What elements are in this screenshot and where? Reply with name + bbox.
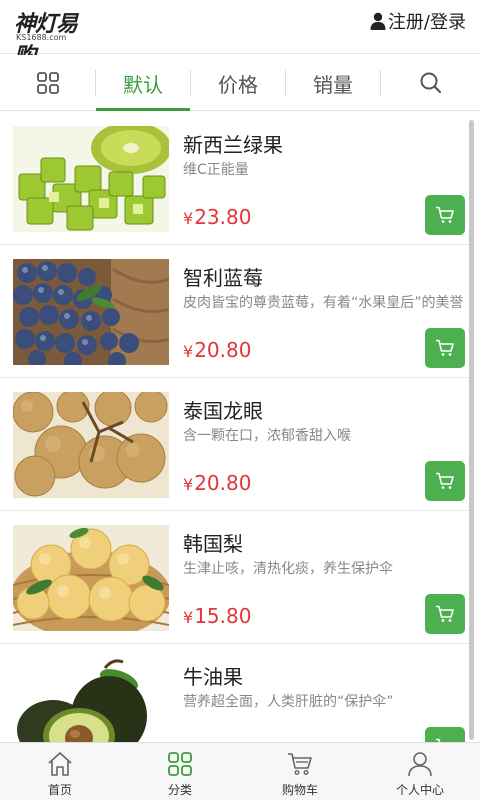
avocado-image[interactable] — [13, 658, 169, 742]
nav-label: 首页 — [47, 783, 72, 797]
sort-filter-bar: 默认 价格 销量 — [0, 55, 480, 111]
product-description: 皮肉皆宝的尊贵蓝莓，有着“水果皇后”的美誉 — [183, 295, 464, 311]
product-item[interactable]: 泰国龙眼 含一颗在口，浓郁香甜入喉 ¥20.80 — [0, 378, 470, 511]
product-item[interactable]: 新西兰绿果 维C正能量 ¥23.80 — [0, 112, 470, 245]
currency-symbol: ¥ — [183, 608, 194, 627]
add-to-cart-button[interactable] — [425, 461, 465, 501]
home-icon — [48, 752, 72, 776]
nav-home[interactable]: 首页 — [0, 743, 120, 800]
user-icon — [408, 752, 432, 777]
person-icon — [370, 12, 386, 30]
tab-default[interactable]: 默认 — [96, 55, 190, 111]
nav-category[interactable]: 分类 — [120, 743, 240, 800]
add-to-cart-button[interactable] — [425, 328, 465, 368]
product-price: ¥20.80 — [183, 338, 251, 362]
cart-icon — [436, 605, 454, 622]
product-description: 维C正能量 — [183, 162, 249, 178]
kiwi-image[interactable] — [13, 126, 169, 232]
tab-price[interactable]: 价格 — [191, 55, 285, 111]
pear-image[interactable] — [13, 525, 169, 631]
product-name[interactable]: 韩国梨 — [183, 528, 243, 557]
currency-symbol: ¥ — [183, 342, 194, 361]
product-name[interactable]: 智利蓝莓 — [183, 262, 263, 291]
product-list[interactable]: 新西兰绿果 维C正能量 ¥23.80 智利蓝莓 皮肉皆宝的尊贵蓝莓，有着“水果皇… — [0, 112, 470, 742]
product-description: 含一颗在口，浓郁香甜入喉 — [183, 428, 351, 444]
scrollbar[interactable] — [469, 120, 474, 740]
cart-icon — [288, 753, 312, 776]
product-item[interactable]: 智利蓝莓 皮肉皆宝的尊贵蓝莓，有着“水果皇后”的美誉 ¥20.80 — [0, 245, 470, 378]
product-name[interactable]: 牛油果 — [183, 661, 243, 690]
product-name[interactable]: 泰国龙眼 — [183, 395, 263, 424]
longan-image[interactable] — [13, 392, 169, 498]
price-value: 20.80 — [194, 471, 252, 495]
product-description: 营养超全面，人类肝脏的“保护伞” — [183, 694, 394, 710]
grid-icon — [36, 72, 59, 94]
product-description: 生津止咳，清热化痰，养生保护伞 — [183, 561, 393, 577]
cart-icon — [436, 206, 454, 223]
product-name[interactable]: 新西兰绿果 — [183, 129, 283, 158]
cart-icon — [436, 339, 454, 356]
product-price: ¥23.80 — [183, 205, 251, 229]
bottom-navigation: 首页 分类 购物车 个人中心 — [0, 742, 480, 800]
add-to-cart-button[interactable] — [425, 727, 465, 742]
product-item[interactable]: 韩国梨 生津止咳，清热化痰，养生保护伞 ¥15.80 — [0, 511, 470, 644]
product-price: ¥15.80 — [183, 604, 251, 628]
logo[interactable]: 神灯易购 KS1688.com — [14, 6, 92, 69]
cart-icon — [436, 472, 454, 489]
blueberry-image[interactable] — [13, 259, 169, 365]
nav-cart[interactable]: 购物车 — [240, 743, 360, 800]
add-to-cart-button[interactable] — [425, 195, 465, 235]
active-tab-indicator — [96, 108, 190, 111]
app-header: 神灯易购 KS1688.com 注册/登录 — [0, 0, 480, 69]
login-register-link[interactable]: 注册/登录 — [370, 9, 466, 33]
nav-label: 个人中心 — [395, 783, 444, 797]
nav-label: 分类 — [167, 783, 192, 797]
grid-view-button[interactable] — [0, 55, 95, 111]
currency-symbol: ¥ — [183, 209, 194, 228]
nav-label: 购物车 — [281, 783, 318, 797]
product-price: ¥20.80 — [183, 471, 251, 495]
search-button[interactable] — [381, 55, 480, 111]
price-value: 23.80 — [194, 205, 252, 229]
product-item[interactable]: 牛油果 营养超全面，人类肝脏的“保护伞” — [0, 644, 470, 742]
add-to-cart-button[interactable] — [425, 594, 465, 634]
tab-sales[interactable]: 销量 — [286, 55, 380, 111]
currency-symbol: ¥ — [183, 475, 194, 494]
nav-profile[interactable]: 个人中心 — [360, 743, 480, 800]
price-value: 15.80 — [194, 604, 252, 628]
logo-subtext: KS1688.com — [16, 33, 67, 42]
price-value: 20.80 — [194, 338, 252, 362]
category-icon — [168, 752, 192, 776]
search-icon — [420, 72, 441, 94]
login-label: 注册/登录 — [387, 12, 466, 33]
